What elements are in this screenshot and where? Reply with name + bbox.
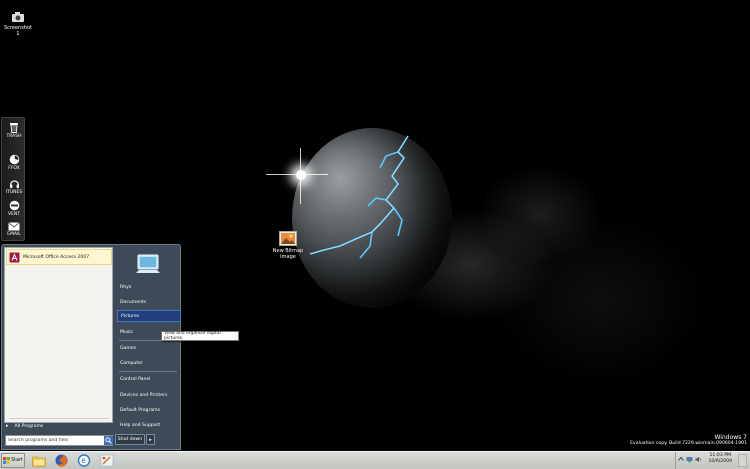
taskbar-paint-button[interactable]	[97, 453, 117, 468]
start-menu: Microsoft Office Access 2007 ▸ All Progr…	[1, 244, 181, 450]
shutdown-label: Shut down	[117, 437, 143, 442]
start-link-label: Rhys	[120, 284, 132, 290]
dock-item-label: EMAIL	[7, 232, 21, 237]
ventrilo-icon	[9, 200, 19, 211]
desktop-icon-label: Screenshot 1	[4, 25, 32, 37]
start-link-rhys[interactable]: Rhys	[117, 281, 181, 293]
access-icon	[9, 252, 20, 262]
chevron-right-icon: ▸	[6, 423, 9, 429]
ie-icon: e	[77, 454, 91, 467]
start-button[interactable]: Start	[1, 453, 25, 468]
taskbar-explorer-button[interactable]	[29, 453, 49, 468]
windows-watermark: Windows 7 Evaluation copy. Build 7229.wi…	[630, 434, 747, 446]
all-programs-button[interactable]: ▸ All Programs	[6, 421, 106, 431]
firefox-icon	[9, 154, 19, 165]
start-link-documents[interactable]: Documents	[117, 296, 181, 308]
dock-item-label: VENT	[7, 212, 21, 217]
start-link-help-support[interactable]: Help and Support	[117, 419, 181, 431]
shutdown-options-button[interactable]: ▸	[146, 434, 155, 445]
start-menu-programs-pane: Microsoft Office Access 2007	[4, 247, 113, 423]
start-menu-program-access[interactable]: Microsoft Office Access 2007	[6, 249, 112, 265]
taskbar-firefox-button[interactable]	[51, 453, 71, 468]
tooltip-text: View and organize digital pictures.	[164, 331, 221, 341]
headphones-icon	[9, 180, 19, 189]
start-link-label: Control Panel	[120, 376, 151, 382]
dock-item-label: TRASH	[6, 134, 22, 139]
start-link-default-programs[interactable]: Default Programs	[117, 404, 181, 416]
system-tray: 11:03 PM 10/6/2009	[675, 452, 750, 469]
dock-item-trash[interactable]: TRASH	[2, 122, 26, 139]
taskbar-clock[interactable]: 11:03 PM 10/6/2009	[708, 453, 732, 465]
start-link-computer[interactable]: Computer	[117, 357, 181, 369]
all-programs-label: All Programs	[14, 423, 44, 429]
start-menu-divider	[119, 371, 177, 372]
start-link-label: Default Programs	[120, 407, 161, 413]
side-dock: TRASH FFOX ITUNES VENT EMAIL	[1, 117, 25, 241]
start-link-label: Music	[120, 329, 134, 335]
desktop-icon-label: New Bitmap Image	[272, 248, 304, 260]
start-link-label: Games	[120, 345, 137, 351]
camera-icon	[12, 12, 24, 22]
dock-item-firefox[interactable]: FFOX	[2, 154, 26, 171]
start-link-label: Devices and Printers	[120, 392, 168, 398]
desktop-icon-new-bitmap[interactable]: New Bitmap Image	[272, 231, 304, 260]
dock-item-label: FFOX	[8, 166, 20, 171]
taskbar-ie-button[interactable]: e	[74, 453, 94, 468]
start-link-devices-printers[interactable]: Devices and Printers	[117, 389, 181, 401]
network-icon[interactable]	[686, 456, 693, 465]
start-search-input[interactable]	[5, 435, 113, 446]
start-label: Start	[11, 458, 23, 463]
watermark-os: Windows 7	[714, 434, 747, 441]
show-desktop-button[interactable]	[738, 454, 747, 469]
firefox-icon	[55, 454, 67, 467]
shutdown-button[interactable]: Shut down	[115, 434, 145, 445]
svg-text:e: e	[81, 456, 86, 465]
volume-icon[interactable]	[695, 456, 702, 465]
start-link-label: Pictures	[121, 313, 140, 319]
chevron-right-icon: ▸	[149, 436, 152, 443]
dock-item-label: ITUNES	[5, 190, 23, 195]
start-link-label: Help and Support	[120, 422, 161, 428]
taskbar: Start e 11:03 PM 10/6/2009	[0, 451, 750, 469]
desktop-icon-screenshot[interactable]: Screenshot 1	[2, 11, 34, 37]
start-menu-divider	[9, 418, 109, 419]
start-link-pictures[interactable]: Pictures	[117, 310, 181, 322]
start-link-games[interactable]: Games	[117, 342, 181, 354]
paint-icon	[100, 454, 114, 467]
watermark-build: Evaluation copy. Build 7229.winmain.0906…	[630, 441, 747, 446]
trash-icon	[10, 123, 18, 133]
dock-item-vent[interactable]: VENT	[2, 200, 26, 217]
search-icon[interactable]	[104, 436, 113, 445]
mail-icon	[8, 222, 20, 231]
start-menu-places-pane: Rhys Documents Pictures Music Games Comp…	[115, 245, 181, 451]
clock-date: 10/6/2009	[708, 459, 732, 464]
start-link-control-panel[interactable]: Control Panel	[117, 373, 181, 385]
chevron-up-icon[interactable]	[678, 456, 684, 464]
pictures-tooltip: View and organize digital pictures.	[161, 331, 239, 341]
dock-item-email[interactable]: EMAIL	[2, 222, 26, 237]
start-menu-program-label: Microsoft Office Access 2007	[23, 254, 90, 260]
dock-item-itunes[interactable]: ITUNES	[2, 178, 26, 195]
user-picture[interactable]	[133, 249, 163, 279]
wallpaper-lightning	[309, 135, 409, 259]
start-link-label: Computer	[120, 360, 143, 366]
start-link-label: Documents	[120, 299, 147, 305]
windows-logo-icon	[3, 457, 11, 464]
bitmap-image-icon	[279, 231, 297, 246]
explorer-folder-icon	[32, 456, 46, 467]
